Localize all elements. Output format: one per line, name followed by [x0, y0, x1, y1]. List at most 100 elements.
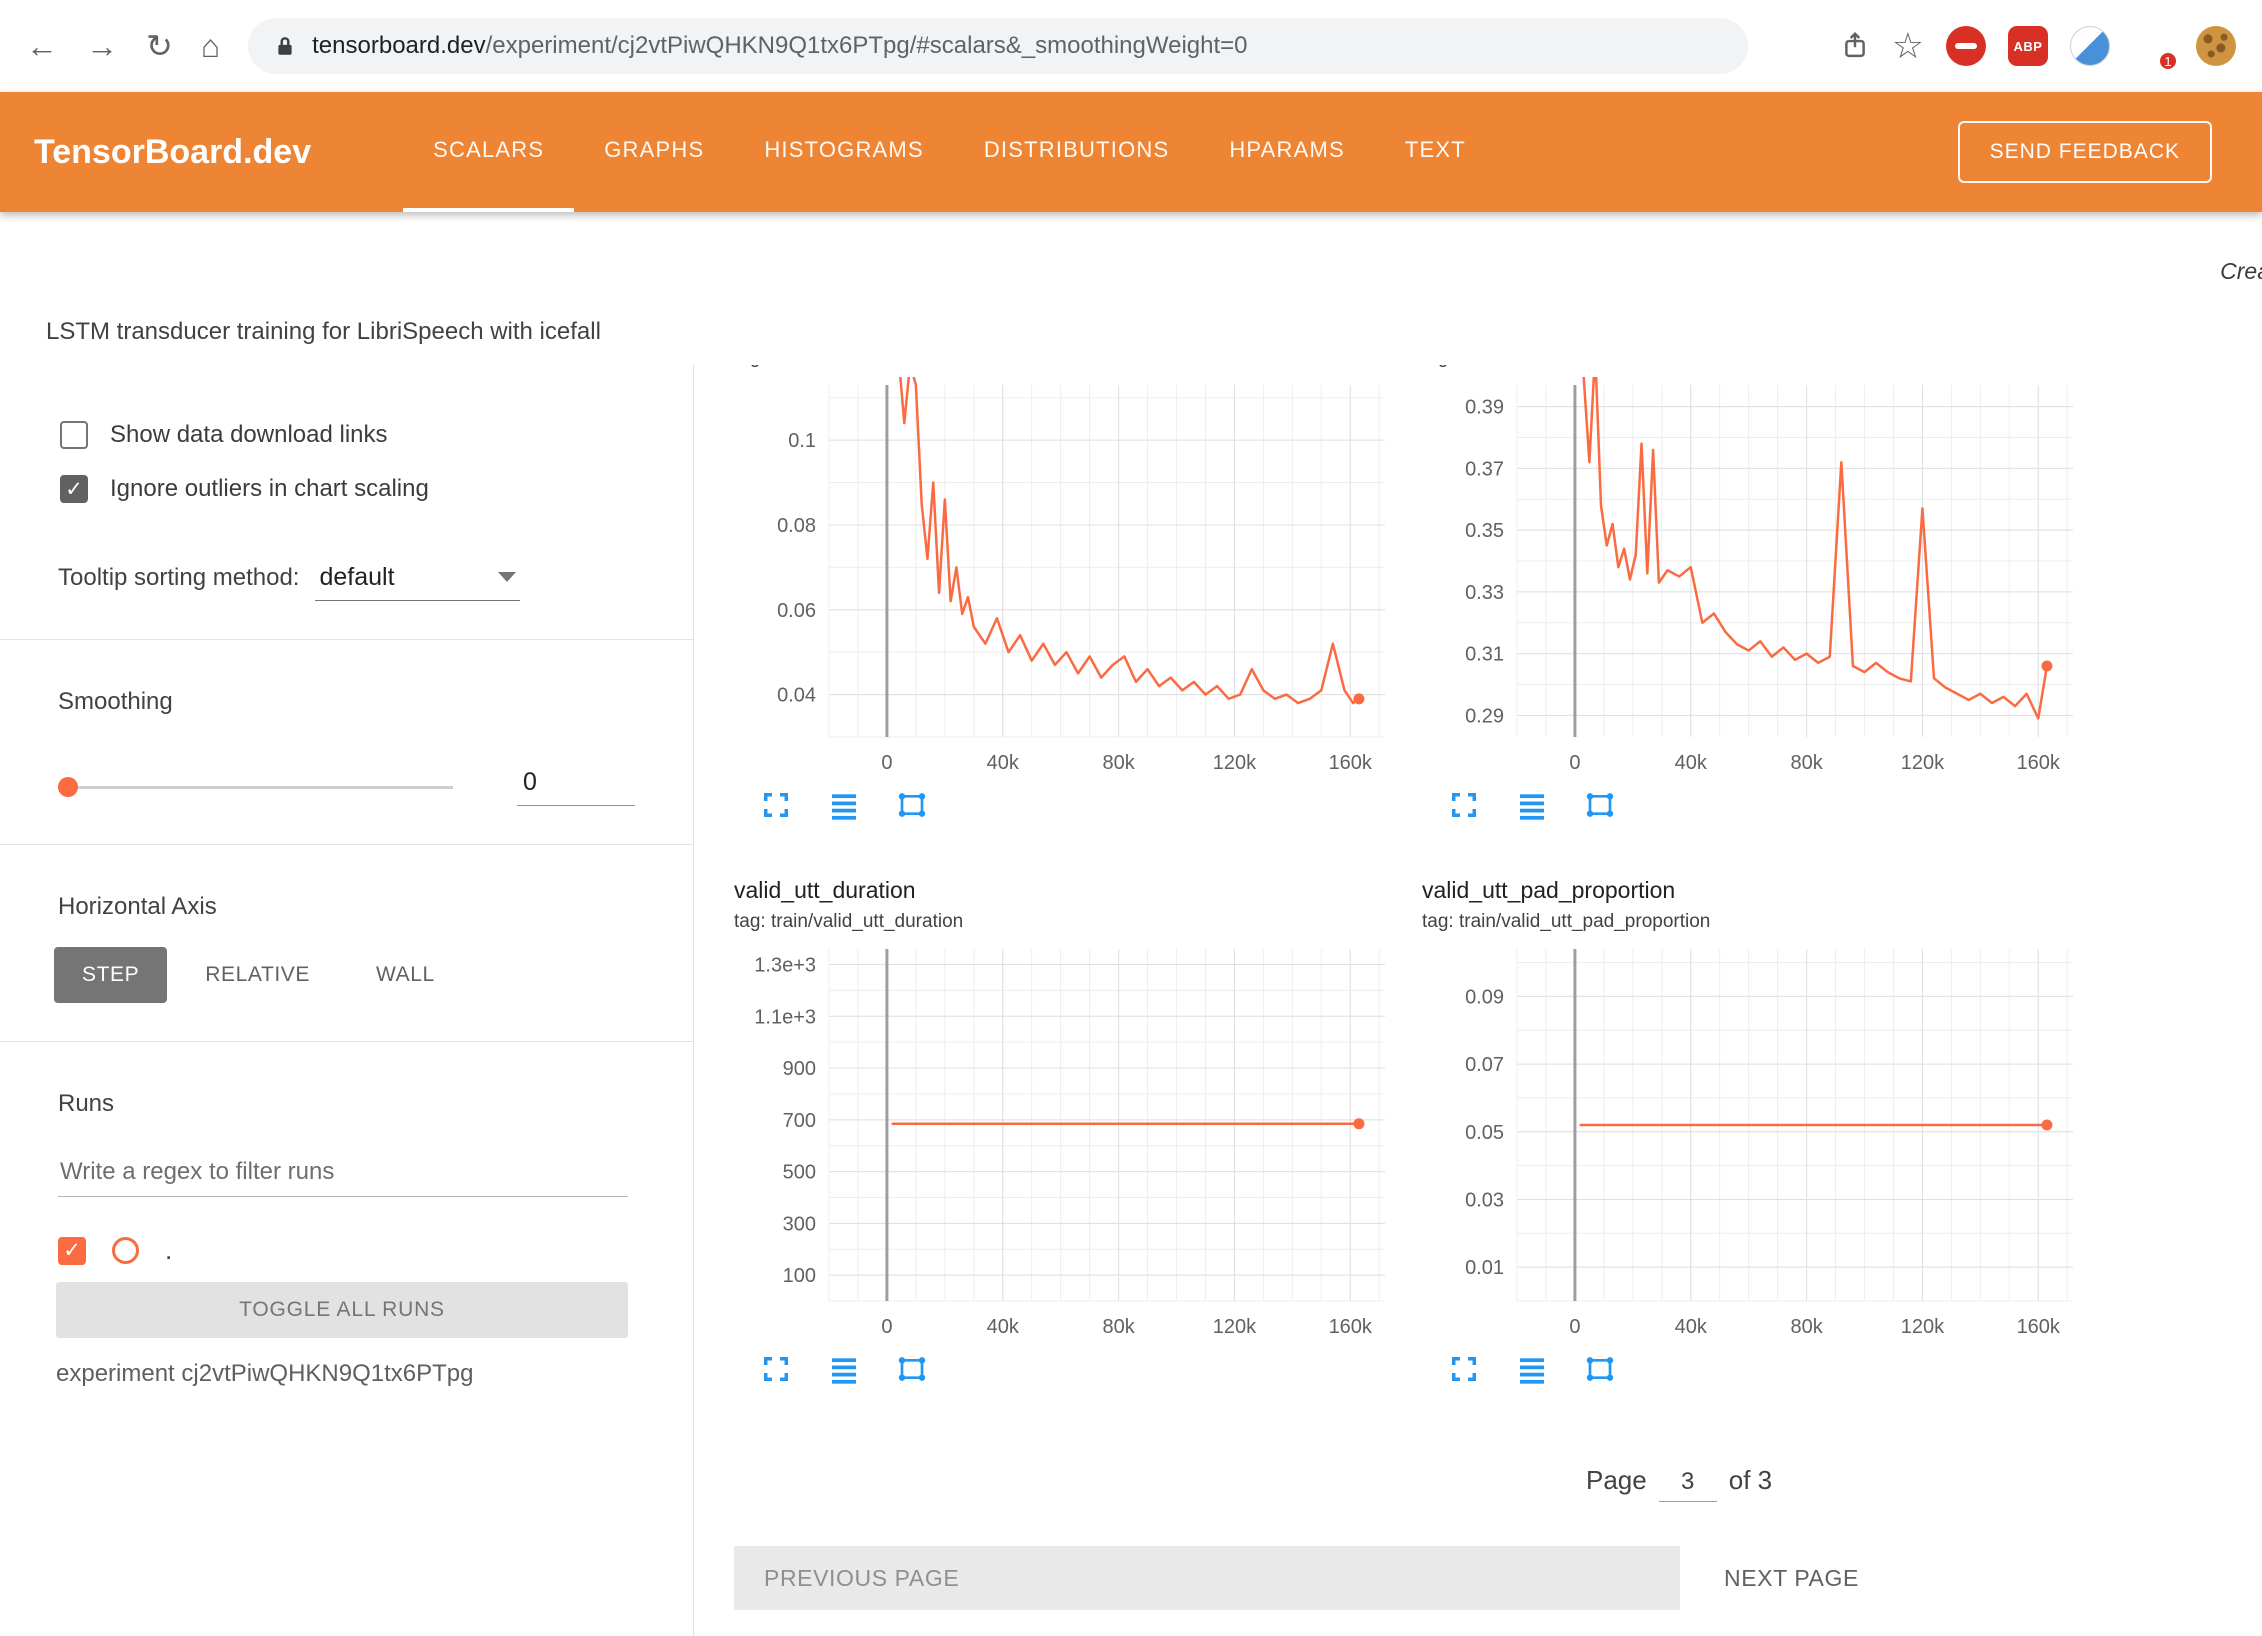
svg-text:40k: 40k [1675, 752, 1708, 774]
previous-page-button[interactable]: PREVIOUS PAGE [734, 1546, 1680, 1610]
profile-avatar[interactable]: 1 [2132, 25, 2174, 67]
run-row[interactable]: ✓ . [58, 1235, 693, 1266]
bookmark-star-icon[interactable]: ☆ [1892, 28, 1924, 64]
reload-button[interactable]: ↻ [146, 30, 173, 62]
line-chart[interactable]: 040k80k120k160k0.010.030.050.070.09 [1422, 941, 2084, 1347]
axis-wall-button[interactable]: WALL [348, 947, 463, 1003]
home-button[interactable]: ⌂ [201, 30, 220, 62]
abp-extension-icon[interactable]: ABP [2008, 26, 2048, 66]
svg-text:0.07: 0.07 [1465, 1054, 1504, 1076]
data-table-icon[interactable] [828, 789, 860, 821]
created-text-clipped: Crea [2220, 258, 2262, 285]
svg-text:40k: 40k [987, 1316, 1020, 1338]
fullscreen-icon[interactable] [760, 1353, 792, 1385]
chart-card: tag: … 040k80k120k160k0.290.310.330.350.… [1422, 365, 2084, 821]
data-table-icon[interactable] [1516, 789, 1548, 821]
svg-text:80k: 80k [1790, 752, 1823, 774]
svg-text:40k: 40k [1675, 1316, 1708, 1338]
browser-extension-icon[interactable] [2070, 26, 2110, 66]
show-download-links-checkbox[interactable] [60, 421, 88, 449]
data-table-icon[interactable] [828, 1353, 860, 1385]
line-chart[interactable]: 040k80k120k160k0.290.310.330.350.370.39 [1422, 377, 2084, 783]
tab-hparams[interactable]: HPARAMS [1199, 92, 1375, 212]
fullscreen-icon[interactable] [760, 789, 792, 821]
url-domain: tensorboard.dev [312, 32, 485, 59]
fit-to-data-icon[interactable] [1584, 789, 1616, 821]
toggle-all-runs-button[interactable]: TOGGLE ALL RUNS [56, 1282, 628, 1338]
tooltip-sorting-select[interactable]: default [315, 563, 520, 601]
svg-text:0.29: 0.29 [1465, 705, 1504, 727]
fit-to-data-icon[interactable] [896, 789, 928, 821]
send-feedback-button[interactable]: SEND FEEDBACK [1958, 121, 2212, 183]
runs-filter-input[interactable] [58, 1158, 628, 1197]
svg-text:80k: 80k [1102, 1316, 1135, 1338]
run-checkbox[interactable]: ✓ [58, 1237, 86, 1265]
smoothing-slider[interactable] [58, 786, 453, 789]
back-button[interactable]: ← [26, 30, 58, 62]
svg-text:40k: 40k [987, 752, 1020, 774]
tab-text[interactable]: TEXT [1375, 92, 1496, 212]
svg-text:100: 100 [783, 1265, 816, 1287]
chart-tag: tag: train/valid_utt_pad_proportion [1422, 911, 2084, 941]
ignore-outliers-checkbox[interactable]: ✓ [60, 475, 88, 503]
tab-scalars[interactable]: SCALARS [403, 92, 574, 212]
svg-text:0.09: 0.09 [1465, 986, 1504, 1008]
ignore-outliers-row[interactable]: ✓ Ignore outliers in chart scaling [60, 475, 693, 503]
share-icon[interactable] [1840, 30, 1870, 62]
svg-text:1.3e+3: 1.3e+3 [754, 955, 816, 977]
fit-to-data-icon[interactable] [896, 1353, 928, 1385]
svg-text:0.39: 0.39 [1465, 397, 1504, 419]
svg-text:160k: 160k [1329, 752, 1373, 774]
horizontal-axis-label: Horizontal Axis [58, 893, 693, 921]
adblock-extension-icon[interactable] [1946, 26, 1986, 66]
tab-graphs[interactable]: GRAPHS [574, 92, 734, 212]
svg-text:0.05: 0.05 [1465, 1122, 1504, 1144]
axis-step-button[interactable]: STEP [54, 947, 167, 1003]
svg-text:0.35: 0.35 [1465, 520, 1504, 542]
page-of-label: of 3 [1729, 1465, 1772, 1496]
charts-panel: tag: … 040k80k120k160k0.040.060.080.1 ta… [694, 365, 2262, 1636]
smoothing-value-input[interactable] [517, 768, 635, 806]
svg-text:80k: 80k [1790, 1316, 1823, 1338]
chart-tag: tag: … [1422, 365, 2084, 377]
svg-text:0: 0 [1569, 752, 1580, 774]
tab-histograms[interactable]: HISTOGRAMS [734, 92, 954, 212]
svg-text:500: 500 [783, 1162, 816, 1184]
pagination: Page of 3 [1586, 1465, 2262, 1502]
svg-text:80k: 80k [1102, 752, 1135, 774]
svg-text:0.06: 0.06 [777, 600, 816, 622]
svg-text:160k: 160k [2017, 1316, 2061, 1338]
settings-sidebar: Show data download links ✓ Ignore outlie… [0, 365, 694, 1636]
browser-chrome: ← → ↻ ⌂ tensorboard.dev/experiment/cj2vt… [0, 0, 2262, 92]
svg-text:1.1e+3: 1.1e+3 [754, 1006, 816, 1028]
next-page-button[interactable]: NEXT PAGE [1718, 1564, 1865, 1593]
line-chart[interactable]: 040k80k120k160k1003005007009001.1e+31.3e… [734, 941, 1396, 1347]
chart-toolbar [1448, 789, 2084, 821]
axis-relative-button[interactable]: RELATIVE [177, 947, 338, 1003]
svg-text:0.33: 0.33 [1465, 582, 1504, 604]
fit-to-data-icon[interactable] [1584, 1353, 1616, 1385]
run-name: . [165, 1235, 172, 1266]
subheader: Crea LSTM transducer training for LibriS… [0, 212, 2262, 365]
app-header: TensorBoard.dev SCALARS GRAPHS HISTOGRAM… [0, 92, 2262, 212]
svg-text:0.04: 0.04 [777, 685, 816, 707]
fullscreen-icon[interactable] [1448, 1353, 1480, 1385]
svg-text:120k: 120k [1901, 752, 1945, 774]
url-bar[interactable]: tensorboard.dev/experiment/cj2vtPiwQHKN9… [248, 18, 1748, 74]
fullscreen-icon[interactable] [1448, 789, 1480, 821]
chevron-down-icon [498, 572, 516, 582]
chart-title: valid_utt_pad_proportion [1422, 877, 2084, 911]
svg-text:160k: 160k [1329, 1316, 1373, 1338]
svg-text:120k: 120k [1213, 1316, 1257, 1338]
line-chart[interactable]: 040k80k120k160k0.040.060.080.1 [734, 377, 1396, 783]
smoothing-slider-thumb[interactable] [58, 777, 78, 797]
forward-button[interactable]: → [86, 30, 118, 62]
show-download-links-row[interactable]: Show data download links [60, 421, 693, 449]
page-number-input[interactable] [1659, 1467, 1717, 1502]
svg-text:300: 300 [783, 1213, 816, 1235]
url-path: /experiment/cj2vtPiwQHKN9Q1tx6PTpg/#scal… [486, 32, 1248, 59]
cookie-extension-icon[interactable] [2196, 26, 2236, 66]
svg-text:0.37: 0.37 [1465, 458, 1504, 480]
data-table-icon[interactable] [1516, 1353, 1548, 1385]
tab-distributions[interactable]: DISTRIBUTIONS [954, 92, 1200, 212]
